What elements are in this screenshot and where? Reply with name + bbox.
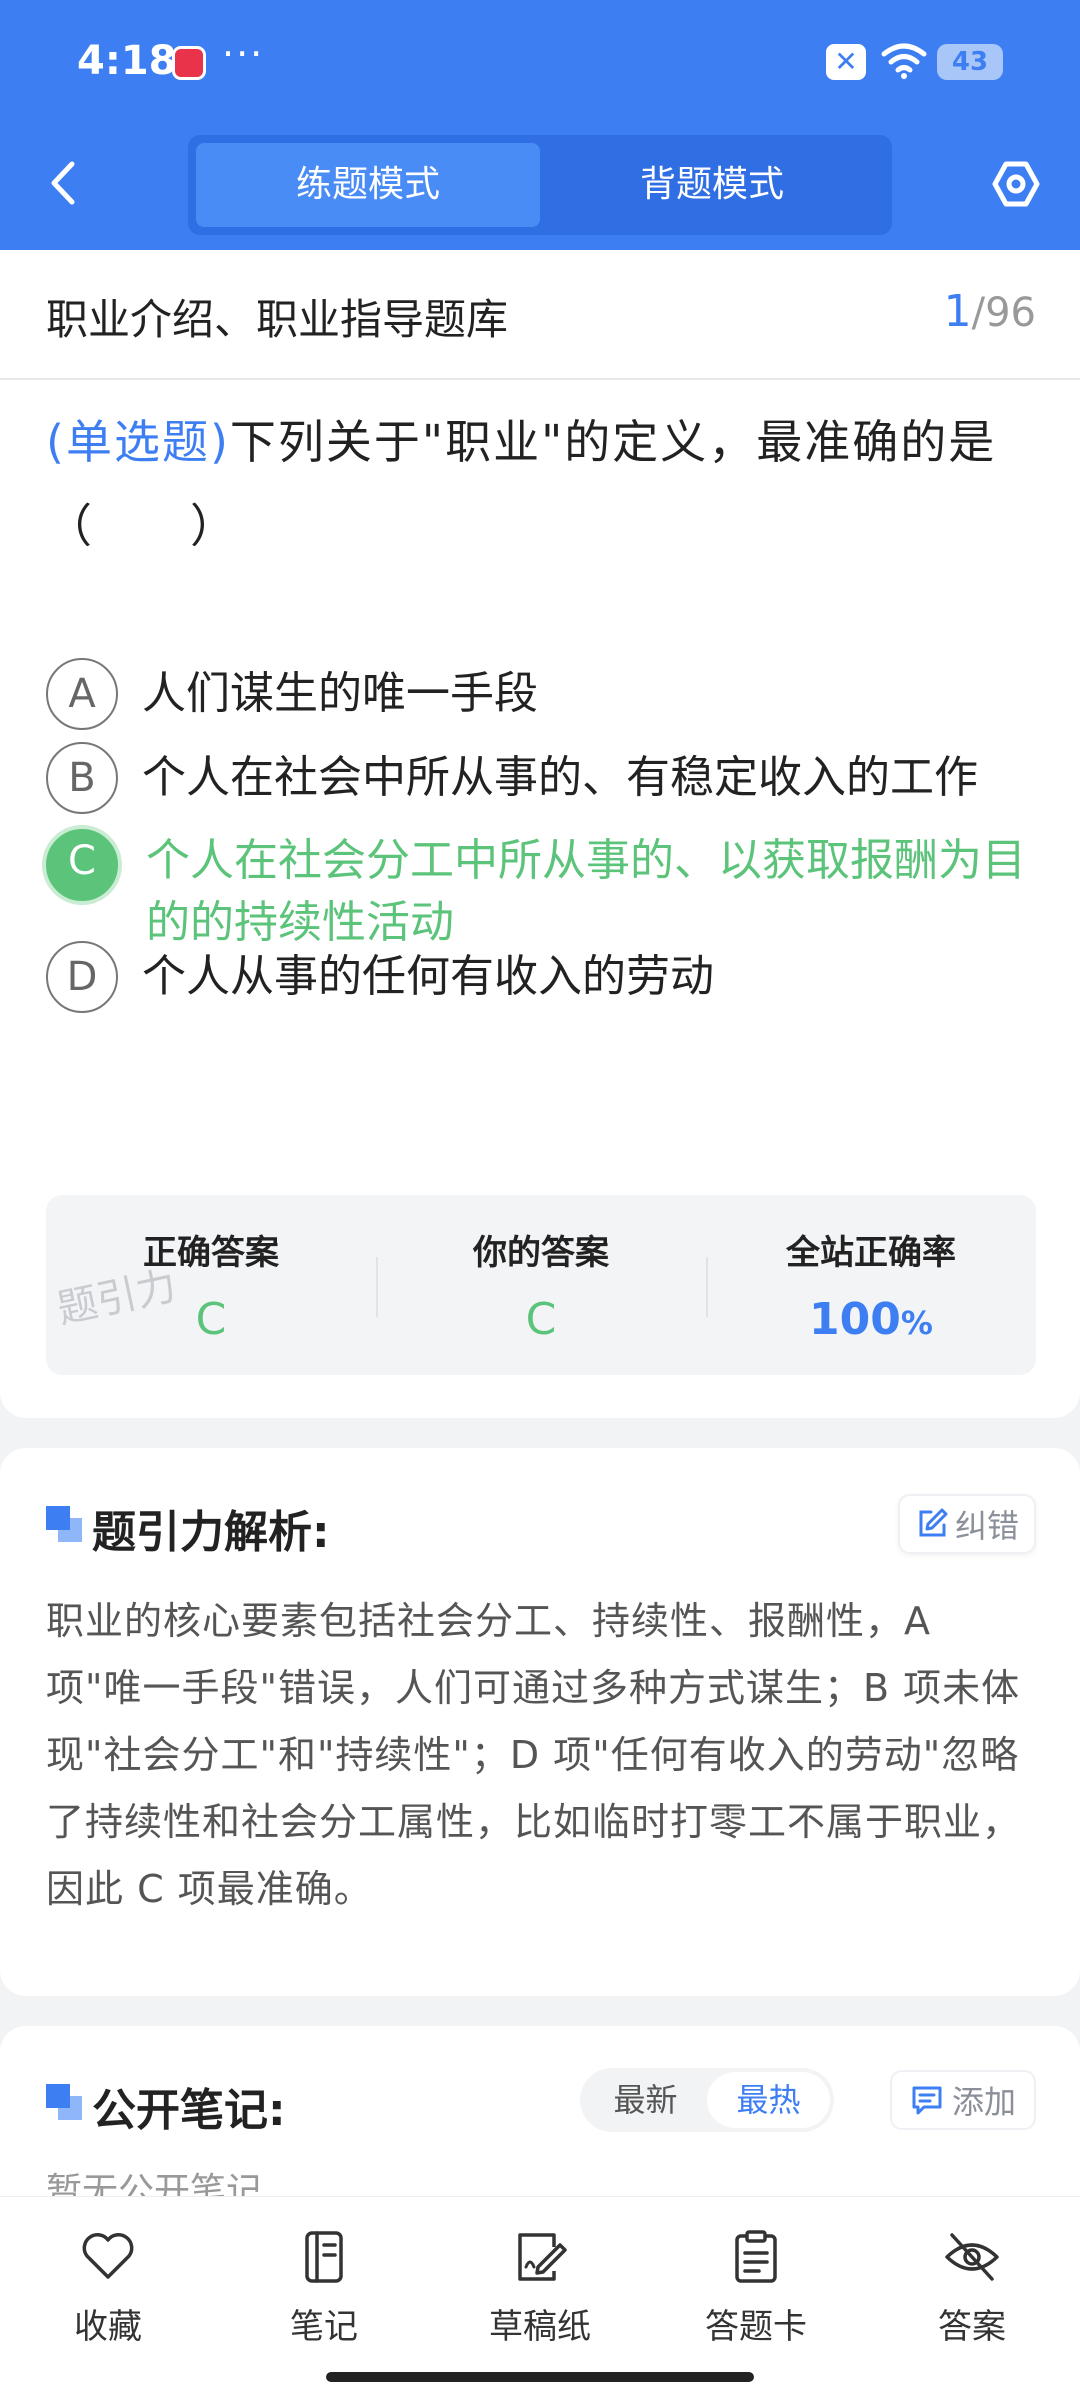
your-answer-value: C [525,1294,557,1345]
analysis-card: 题引力解析: 纠错 职业的核心要素包括社会分工、持续性、报酬性，A 项"唯一手段… [0,1448,1080,1996]
analysis-text: 职业的核心要素包括社会分工、持续性、报酬性，A 项"唯一手段"错误，人们可通过多… [46,1599,1022,1911]
answer-stats: 正确答案 C 你的答案 C 全站正确率 100% [46,1195,1036,1375]
notebook-icon [305,2231,343,2283]
option-a[interactable]: A 人们谋生的唯一手段 [46,658,1046,730]
total-count: /96 [971,290,1036,336]
accuracy-value: 100% [809,1294,933,1345]
tab-practice-mode[interactable]: 练题模式 [196,143,540,227]
option-letter: A [46,658,118,730]
battery-level: 43 [951,47,989,77]
notes-sort-switch: 最新 最热 [580,2068,834,2132]
option-text: 个人从事的任何有收入的劳动 [142,951,714,1002]
battery-icon: 43 [937,44,1003,80]
divider [0,378,1080,380]
nav-scratch-label: 草稿纸 [489,2307,591,2347]
stat-label: 你的答案 [473,1233,609,1273]
nav-answer[interactable]: 答案 [892,2227,1052,2348]
option-text: 个人在社会分工中所从事的、以获取报酬为目的的持续性活动 [146,835,1026,948]
option-d[interactable]: D 个人从事的任何有收入的劳动 [46,941,1046,1013]
analysis-title: 题引力解析: [92,1507,330,1558]
home-indicator[interactable] [326,2372,754,2382]
nav-scratch-paper[interactable]: 草稿纸 [460,2227,620,2348]
heart-icon [82,2233,134,2279]
option-text: 人们谋生的唯一手段 [142,668,538,719]
add-note-label: 添加 [951,2083,1016,2121]
comment-icon [912,2086,942,2115]
notes-title: 公开笔记: [92,2085,286,2136]
app-notification-icon [172,46,206,80]
option-letter: B [46,742,118,814]
current-index: 1 [943,286,972,337]
settings-icon[interactable] [990,158,1042,210]
your-answer-stat: 你的答案 C [376,1195,706,1375]
accuracy-stat: 全站正确率 100% [706,1195,1036,1375]
app-header: 4:18 ··· ✕ 43 练题模式 背题模式 [0,0,1080,250]
more-notifications-icon: ··· [222,32,265,76]
sort-latest-tab[interactable]: 最新 [584,2072,707,2128]
nav-notes[interactable]: 笔记 [244,2227,404,2348]
question-bank-title: 职业介绍、职业指导题库 [46,295,509,344]
back-arrow-icon[interactable] [44,158,84,208]
option-b[interactable]: B 个人在社会中所从事的、有稳定收入的工作 [46,742,1046,814]
status-bar: 4:18 ··· ✕ 43 [0,32,1080,88]
bottom-nav: 收藏 笔记 草稿纸 答题卡 答案 [0,2196,1080,2400]
section-icon [46,1506,82,1542]
nav-notes-label: 笔记 [290,2307,358,2347]
section-icon [46,2084,82,2120]
scratch-paper-icon [518,2233,567,2281]
sort-hot-tab[interactable]: 最热 [707,2072,830,2128]
eye-off-icon [945,2233,999,2281]
question-card: 职业介绍、职业指导题库 1/96 (单选题)下列关于"职业"的定义，最准确的是（… [0,250,1080,1418]
add-note-button[interactable]: 添加 [890,2070,1036,2130]
report-error-label: 纠错 [954,1507,1019,1545]
tab-memorize-mode[interactable]: 背题模式 [540,143,884,227]
option-text: 个人在社会中所从事的、有稳定收入的工作 [142,752,978,803]
nav-favorite-label: 收藏 [74,2307,142,2347]
status-time: 4:18 [77,38,177,84]
clipboard-icon [735,2230,777,2283]
data-off-icon: ✕ [826,44,866,80]
report-error-button[interactable]: 纠错 [898,1494,1036,1554]
nav-answer-label: 答案 [938,2307,1006,2347]
edit-icon [919,1508,948,1537]
stat-label: 正确答案 [143,1233,279,1273]
nav-favorite[interactable]: 收藏 [28,2227,188,2348]
option-letter: C [42,825,122,905]
stat-label: 全站正确率 [786,1233,956,1273]
nav-answer-card[interactable]: 答题卡 [676,2227,836,2348]
wifi-icon [881,43,927,79]
nav-answer-card-label: 答题卡 [705,2307,807,2347]
option-c[interactable]: C 个人在社会分工中所从事的、以获取报酬为目的的持续性活动 [42,825,1046,954]
question-text: (单选题)下列关于"职业"的定义，最准确的是（ ） [46,400,1046,568]
option-letter: D [46,941,118,1013]
mode-switch: 练题模式 背题模式 [188,135,892,235]
question-type: (单选题) [46,415,230,469]
question-counter: 1/96 [944,286,1036,337]
